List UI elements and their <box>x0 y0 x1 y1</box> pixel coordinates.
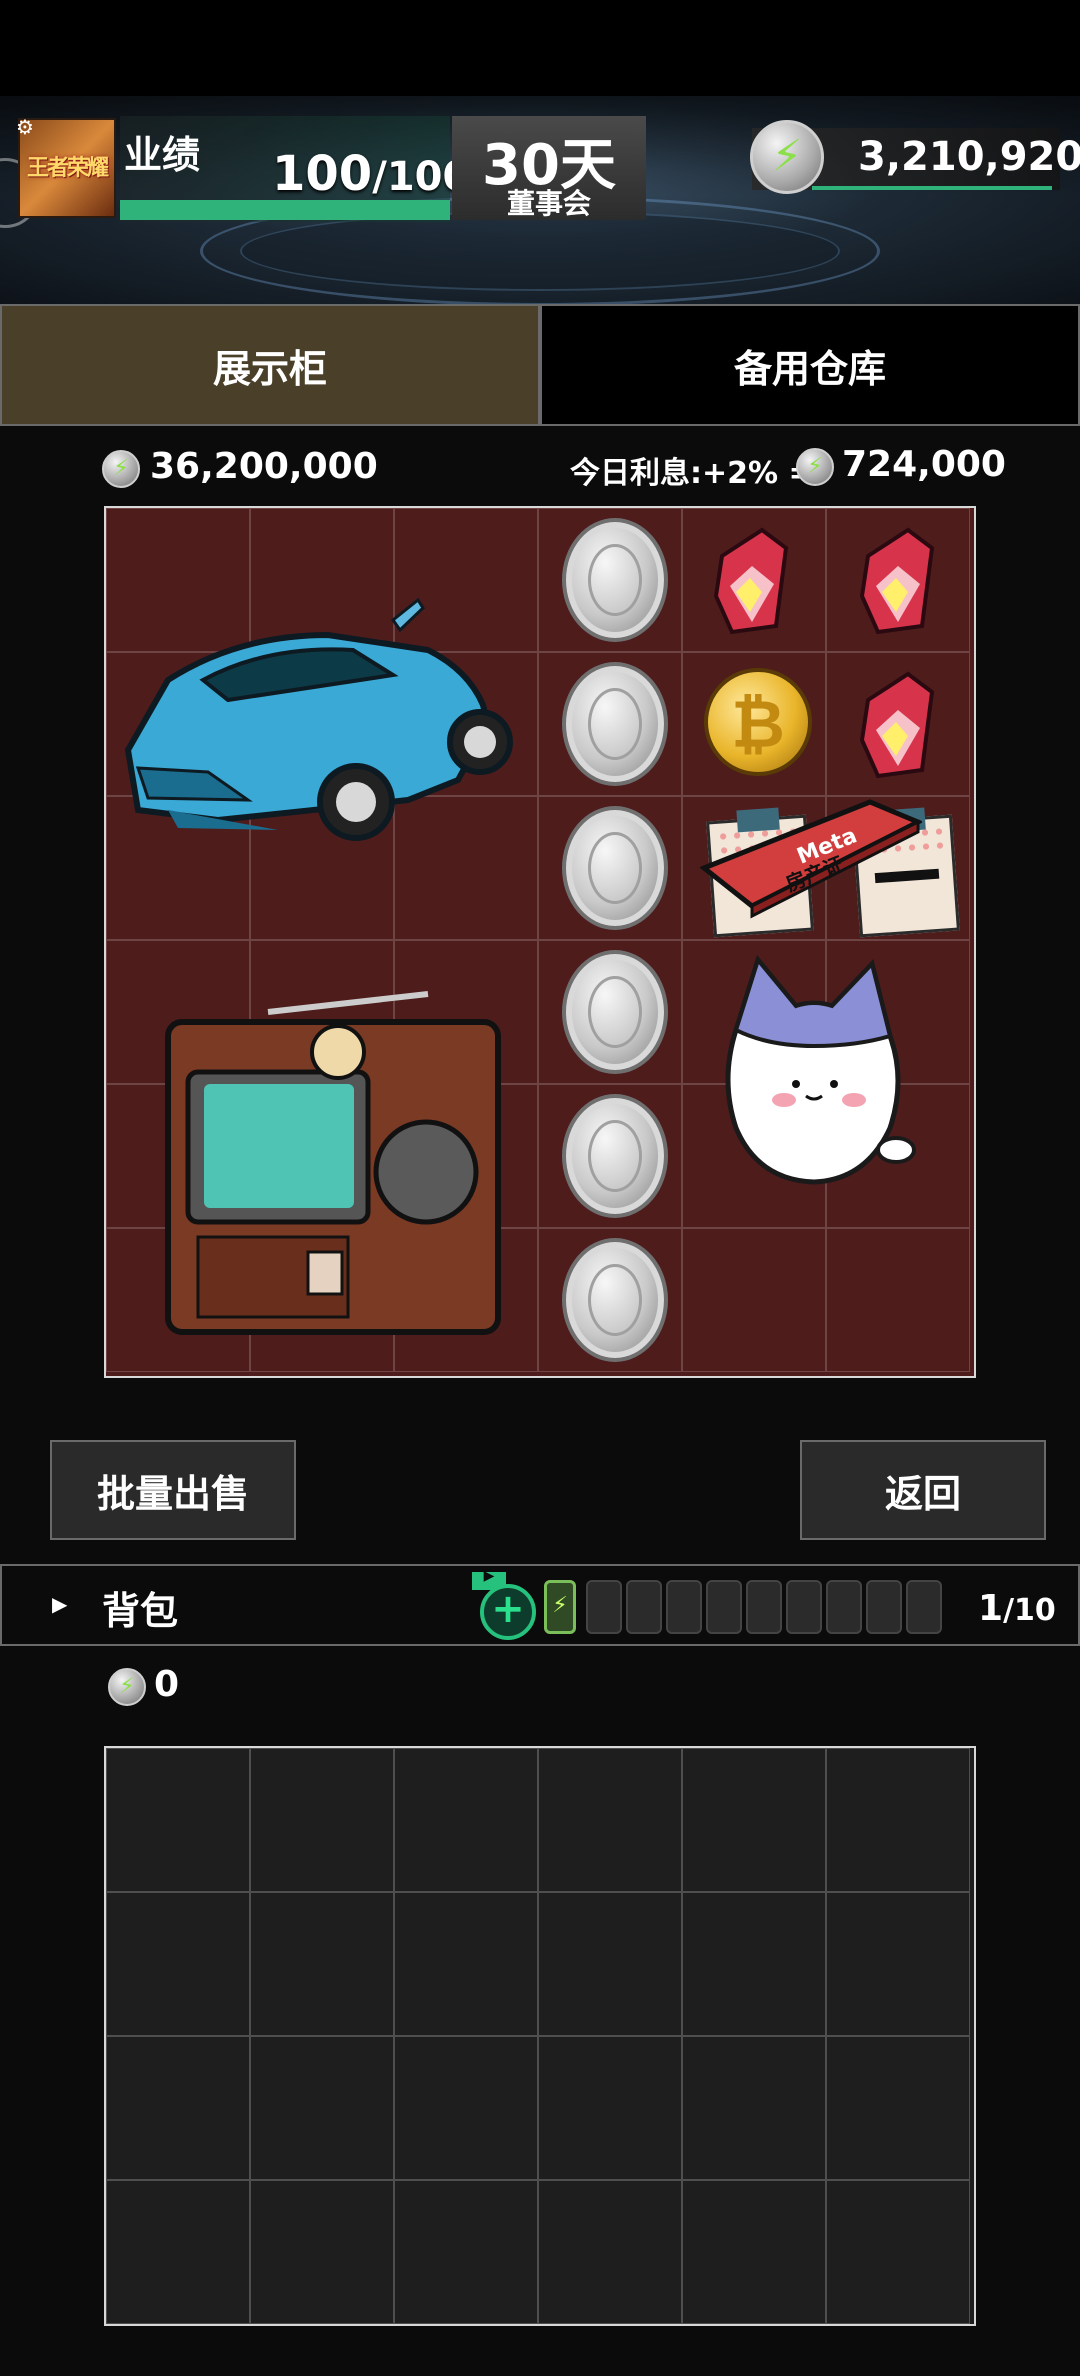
backpack-cell[interactable] <box>106 2036 250 2180</box>
empty-slot <box>746 1580 782 1634</box>
tab-display-cabinet[interactable]: 展示柜 <box>0 304 540 426</box>
empty-slot <box>706 1580 742 1634</box>
backpack-cell[interactable] <box>106 2180 250 2324</box>
silver-coin-item[interactable] <box>562 1238 668 1362</box>
display-balance: 36,200,000 <box>150 446 378 487</box>
performance-current: 100 <box>272 146 373 202</box>
retro-tv-item[interactable] <box>108 942 540 1374</box>
add-slot-button[interactable]: + <box>480 1584 536 1640</box>
backpack-cell[interactable] <box>538 1748 682 1892</box>
status-bar <box>0 0 1080 96</box>
backpack-cell[interactable] <box>250 1748 394 1892</box>
lightning-coin-icon: ⚡ <box>750 120 824 194</box>
backpack-cell[interactable] <box>682 1748 826 1892</box>
gear-icon[interactable]: ⚙ <box>16 116 38 138</box>
lightning-coin-icon: ⚡ <box>108 1668 146 1706</box>
coin-total: 3,210,920 <box>858 134 1080 180</box>
backpack-grid <box>104 1746 976 2326</box>
backpack-cell[interactable] <box>538 2180 682 2324</box>
backpack-cell[interactable] <box>826 1892 970 2036</box>
backpack-cell[interactable] <box>682 1892 826 2036</box>
red-gem-item[interactable] <box>858 670 938 779</box>
battery-slot-icon: ⚡ <box>544 1580 576 1634</box>
cat-mascot-item[interactable] <box>706 950 922 1210</box>
backpack-cell[interactable] <box>394 2180 538 2324</box>
performance-value: 100/100 <box>272 146 470 202</box>
silver-coin-item[interactable] <box>562 1094 668 1218</box>
backpack-cell[interactable] <box>106 1892 250 2036</box>
expand-arrow-icon[interactable]: ▶ <box>52 1592 67 1616</box>
grid-cell[interactable] <box>682 1228 826 1372</box>
days-panel: 30天 董事会 <box>452 116 646 220</box>
interest-value: 724,000 <box>842 444 1006 485</box>
backpack-balance: 0 <box>154 1664 180 1705</box>
days-subtitle: 董事会 <box>506 187 591 220</box>
backpack-cell[interactable] <box>538 1892 682 2036</box>
backpack-cell[interactable] <box>394 2036 538 2180</box>
display-grid: ₿ Meta 房产证 <box>104 506 976 1378</box>
silver-coin-item[interactable] <box>562 950 668 1074</box>
performance-bar-fill <box>120 200 450 220</box>
backpack-count-current: 1 <box>978 1588 1004 1629</box>
batch-sell-button[interactable]: 批量出售 <box>50 1440 296 1540</box>
backpack-cell[interactable] <box>682 2036 826 2180</box>
backpack-cell[interactable] <box>826 2180 970 2324</box>
sports-car-item[interactable] <box>108 510 540 942</box>
backpack-cell[interactable] <box>250 2036 394 2180</box>
backpack-cell[interactable] <box>826 1748 970 1892</box>
performance-label: 业绩 <box>124 133 201 177</box>
backpack-cell[interactable] <box>682 2180 826 2324</box>
backpack-count-max: /10 <box>1003 1593 1056 1628</box>
property-deed-item[interactable]: Meta 房产证 <box>699 798 924 926</box>
empty-slot <box>826 1580 862 1634</box>
bitcoin-item[interactable]: ₿ <box>704 668 812 776</box>
empty-slot <box>626 1580 662 1634</box>
backpack-label: 背包 <box>102 1589 179 1633</box>
performance-bar <box>120 200 450 220</box>
empty-slot <box>906 1580 942 1634</box>
backpack-cell[interactable] <box>394 1892 538 2036</box>
empty-slot <box>866 1580 902 1634</box>
silver-coin-item[interactable] <box>562 518 668 642</box>
empty-slot <box>666 1580 702 1634</box>
tab-spare-warehouse[interactable]: 备用仓库 <box>540 304 1080 426</box>
back-button[interactable]: 返回 <box>800 1440 1046 1540</box>
lightning-coin-icon: ⚡ <box>102 450 140 488</box>
coin-panel-bar <box>812 186 1052 190</box>
lightning-coin-icon: ⚡ <box>796 448 834 486</box>
backpack-cell[interactable] <box>250 1892 394 2036</box>
platform-inner-ring <box>240 211 840 291</box>
backpack-cell[interactable] <box>106 1748 250 1892</box>
empty-slot <box>786 1580 822 1634</box>
silver-coin-item[interactable] <box>562 662 668 786</box>
interest-label: 今日利息:+2% = <box>570 456 814 491</box>
backpack-cell[interactable] <box>538 2036 682 2180</box>
backpack-cell[interactable] <box>250 2180 394 2324</box>
grid-cell[interactable] <box>826 1228 970 1372</box>
backpack-cell[interactable] <box>394 1748 538 1892</box>
red-gem-item[interactable] <box>712 526 792 635</box>
empty-slot <box>586 1580 622 1634</box>
red-gem-item[interactable] <box>858 526 938 635</box>
backpack-count: 1/10 <box>978 1588 1056 1629</box>
avatar-logo-text: 王者荣耀 <box>26 156 109 181</box>
silver-coin-item[interactable] <box>562 806 668 930</box>
backpack-bar[interactable]: ▶ 背包 ▶ + ⚡ 1/10 <box>0 1564 1080 1646</box>
backpack-cell[interactable] <box>826 2036 970 2180</box>
